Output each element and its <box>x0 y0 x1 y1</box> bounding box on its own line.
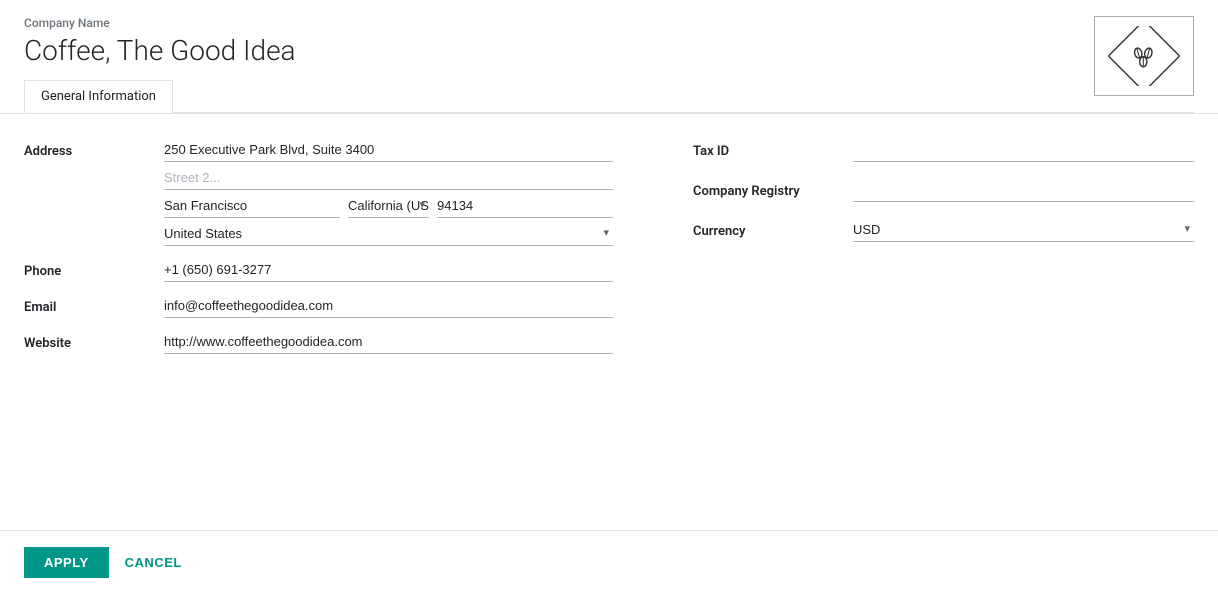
city-input[interactable] <box>164 194 340 218</box>
website-fields <box>164 330 613 358</box>
tabs-row: General Information <box>24 79 1194 112</box>
street2-input[interactable] <box>164 166 613 190</box>
zip-input[interactable] <box>437 194 613 218</box>
phone-fields <box>164 258 613 286</box>
website-row: Website <box>24 330 613 358</box>
currency-row: Currency USD EUR GBP <box>693 218 1194 242</box>
email-row: Email <box>24 294 613 322</box>
tax-id-input[interactable] <box>853 138 1194 162</box>
company-logo <box>1094 16 1194 96</box>
apply-button[interactable]: APPLY <box>24 547 109 578</box>
email-label: Email <box>24 294 164 315</box>
state-wrapper: California (US <box>348 194 429 218</box>
currency-wrapper: USD EUR GBP <box>853 218 1194 242</box>
email-fields <box>164 294 613 322</box>
phone-row: Phone <box>24 258 613 286</box>
left-section: Address California (US <box>24 138 653 514</box>
company-registry-row: Company Registry <box>693 178 1194 202</box>
company-registry-label: Company Registry <box>693 178 853 199</box>
header: Company Name Coffee, The Good Idea Gener… <box>0 0 1218 114</box>
country-select[interactable]: United States <box>164 222 613 246</box>
footer: APPLY CANCEL <box>0 530 1218 594</box>
website-label: Website <box>24 330 164 351</box>
address-row: Address California (US <box>24 138 613 250</box>
address-fields: California (US United States <box>164 138 613 250</box>
phone-label: Phone <box>24 258 164 279</box>
currency-label: Currency <box>693 218 853 239</box>
address-label: Address <box>24 138 164 159</box>
city-state-zip-row: California (US <box>164 194 613 218</box>
street1-input[interactable] <box>164 138 613 162</box>
main-content: Address California (US <box>0 114 1218 530</box>
currency-select[interactable]: USD EUR GBP <box>853 218 1194 242</box>
tax-id-row: Tax ID <box>693 138 1194 162</box>
phone-input[interactable] <box>164 258 613 282</box>
company-name-value: Coffee, The Good Idea <box>24 34 1194 67</box>
country-wrapper: United States <box>164 222 613 246</box>
company-name-label: Company Name <box>24 16 1194 30</box>
logo-icon <box>1108 26 1180 86</box>
state-select[interactable]: California (US <box>348 194 429 218</box>
company-registry-input[interactable] <box>853 178 1194 202</box>
email-input[interactable] <box>164 294 613 318</box>
page-container: Company Name Coffee, The Good Idea Gener… <box>0 0 1218 594</box>
right-section: Tax ID Company Registry Currency USD EUR… <box>653 138 1194 514</box>
website-input[interactable] <box>164 330 613 354</box>
cancel-button[interactable]: CANCEL <box>125 555 182 570</box>
tax-id-label: Tax ID <box>693 138 853 159</box>
tab-general-information[interactable]: General Information <box>24 80 173 113</box>
